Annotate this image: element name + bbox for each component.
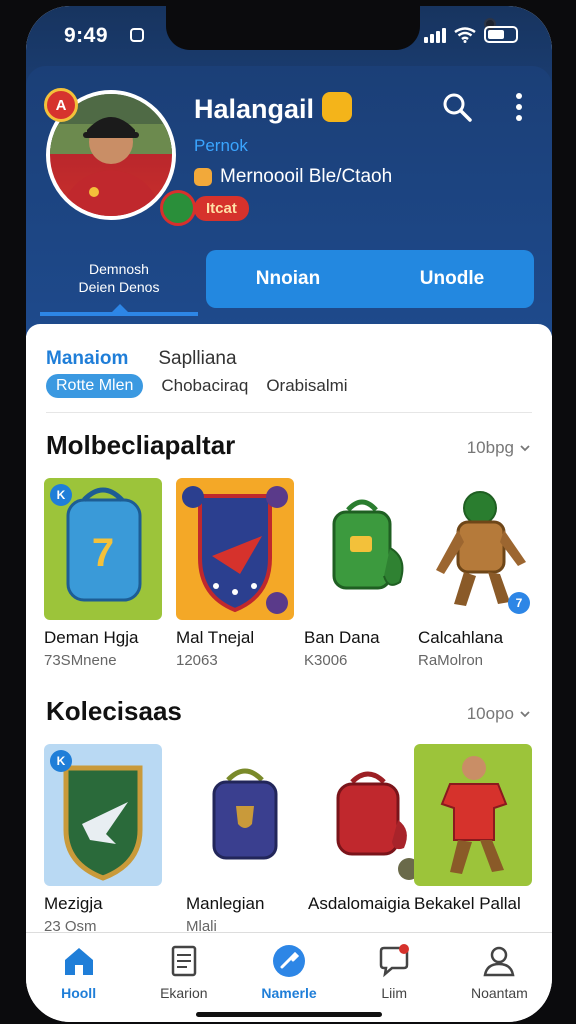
tab-chat[interactable]: Liim: [342, 933, 447, 1022]
status-time: 9:49: [64, 24, 109, 47]
item-image: [414, 744, 532, 886]
divider: [46, 412, 532, 413]
segment-option-1[interactable]: Nnoian: [206, 250, 370, 308]
item-subtitle: 12063: [176, 652, 218, 669]
emoji-icon: [194, 168, 212, 186]
item-title: Manlegian: [186, 894, 265, 913]
tab-label: Liim: [381, 985, 408, 1001]
screen: 9:49 A Halangail Pernok Mernoooil Ble/Ct…: [26, 6, 552, 1022]
chevron-down-icon: [520, 711, 530, 718]
item-image: 7 K: [44, 478, 162, 620]
item-image: 7: [418, 478, 536, 620]
more-vertical-icon[interactable]: [514, 92, 524, 122]
tab-label: Ekarion: [160, 985, 208, 1001]
person-icon: [483, 946, 515, 977]
item-card[interactable]: Mal Tnejal 12063: [176, 478, 294, 669]
segmented-control: Nnoian Unodle: [206, 250, 534, 308]
filter-chip-active[interactable]: Rotte Mlen: [46, 374, 144, 398]
item-image: [304, 478, 422, 620]
item-card[interactable]: Ban Dana K3006: [304, 478, 422, 669]
item-badge: [266, 486, 288, 508]
tab-home[interactable]: Hooll: [26, 933, 131, 1022]
filter-chip[interactable]: Orabisalmi: [266, 376, 347, 396]
backpack-icon: [212, 768, 278, 860]
battery-icon: [484, 26, 518, 43]
item-subtitle: K3006: [304, 652, 348, 669]
filter-row-primary: Manaiom Saplliana: [46, 348, 237, 370]
item-title: Ban Dana: [304, 628, 380, 647]
item-badge: K: [50, 484, 72, 506]
section-title: Molbecliapaltar: [46, 430, 236, 460]
tool-icon: [273, 945, 305, 977]
item-image: [186, 744, 304, 886]
bottom-tab-bar: Hooll Ekarion Namerle Liim Noantam: [26, 932, 552, 1022]
item-title: Deman Hgja: [44, 628, 139, 647]
document-icon: [171, 945, 197, 977]
item-card[interactable]: 7 K Deman Hgja 73SMnene: [44, 478, 162, 669]
filter-row-secondary: Rotte Mlen Chobaciraq Orabisalmi: [46, 374, 348, 398]
section-more-label: 10bpg: [466, 438, 514, 457]
notch: [166, 6, 496, 50]
home-icon: [64, 948, 93, 975]
section-title: Kolecisaas: [46, 696, 182, 726]
item-card[interactable]: 7 Calcahlana RaMolron: [418, 478, 536, 669]
item-title: Asdalomaigia: [308, 894, 411, 913]
item-title: Mezigja: [44, 894, 103, 913]
level-badge: Itcat: [194, 196, 249, 221]
status-indicator-icon: [130, 28, 144, 42]
item-subtitle: 73SMnene: [44, 652, 117, 669]
item-card[interactable]: Asdalomaigia: [308, 744, 426, 918]
section-more-link[interactable]: 10bpg: [467, 438, 530, 458]
jersey-figure-icon: [440, 756, 508, 874]
item-card[interactable]: Bekakel Pallal: [414, 744, 532, 918]
tab-label: Noantam: [471, 985, 528, 1001]
svg-text:7: 7: [92, 531, 114, 575]
filter-chip[interactable]: Chobaciraq: [161, 376, 248, 396]
status-icons: [424, 26, 518, 43]
item-title: Bekakel Pallal: [414, 894, 521, 913]
tab-label: Hooll: [61, 985, 97, 1001]
tab-label: Namerle: [261, 985, 317, 1001]
monster-emoji-icon: [322, 92, 352, 122]
item-image: [176, 478, 294, 620]
tab-left-line2: Deien Denos: [78, 279, 160, 295]
wifi-icon: [454, 26, 476, 43]
item-badge: [182, 486, 204, 508]
backpack-icon: [332, 499, 404, 590]
item-image: K: [44, 744, 162, 886]
profile-user-line: Mernoooil Ble/Ctaoh: [194, 166, 392, 188]
item-badge: 7: [508, 592, 530, 614]
team-badge-icon: A: [44, 88, 78, 122]
phone-frame: 9:49 A Halangail Pernok Mernoooil Ble/Ct…: [0, 0, 576, 1024]
chevron-down-icon: [520, 445, 530, 452]
section-more-label: 10opo: [466, 704, 514, 723]
item-badge: K: [50, 750, 72, 772]
item-subtitle: RaMolron: [418, 652, 484, 669]
section-more-link[interactable]: 10opo: [467, 704, 530, 724]
home-indicator[interactable]: [196, 1012, 382, 1017]
tab-profile[interactable]: Noantam: [447, 933, 552, 1022]
item-card[interactable]: Manlegian Mlali: [186, 744, 304, 935]
item-image: [308, 744, 426, 886]
item-badge: [266, 592, 288, 614]
club-badge-icon: [160, 190, 196, 226]
item-card[interactable]: K Mezigja 23 Osm: [44, 744, 162, 935]
profile-name: Halangail: [194, 94, 315, 124]
item-title: Mal Tnejal: [176, 628, 255, 647]
item-title: Calcahlana: [418, 628, 504, 647]
tab-tools[interactable]: Namerle: [236, 933, 341, 1022]
segment-option-2[interactable]: Unodle: [370, 250, 534, 308]
search-icon[interactable]: [442, 92, 472, 122]
signal-icon: [424, 27, 446, 43]
filter-tab[interactable]: Saplliana: [158, 348, 236, 370]
tab-documents[interactable]: Ekarion: [131, 933, 236, 1022]
tab-caret: [110, 304, 130, 314]
chat-icon: [379, 944, 410, 978]
profile-link[interactable]: Pernok: [194, 136, 248, 156]
tab-left-line1: Demnosh: [89, 261, 149, 277]
filter-tab-active[interactable]: Manaiom: [46, 348, 128, 370]
profile-user-text: Mernoooil Ble/Ctaoh: [220, 166, 393, 187]
